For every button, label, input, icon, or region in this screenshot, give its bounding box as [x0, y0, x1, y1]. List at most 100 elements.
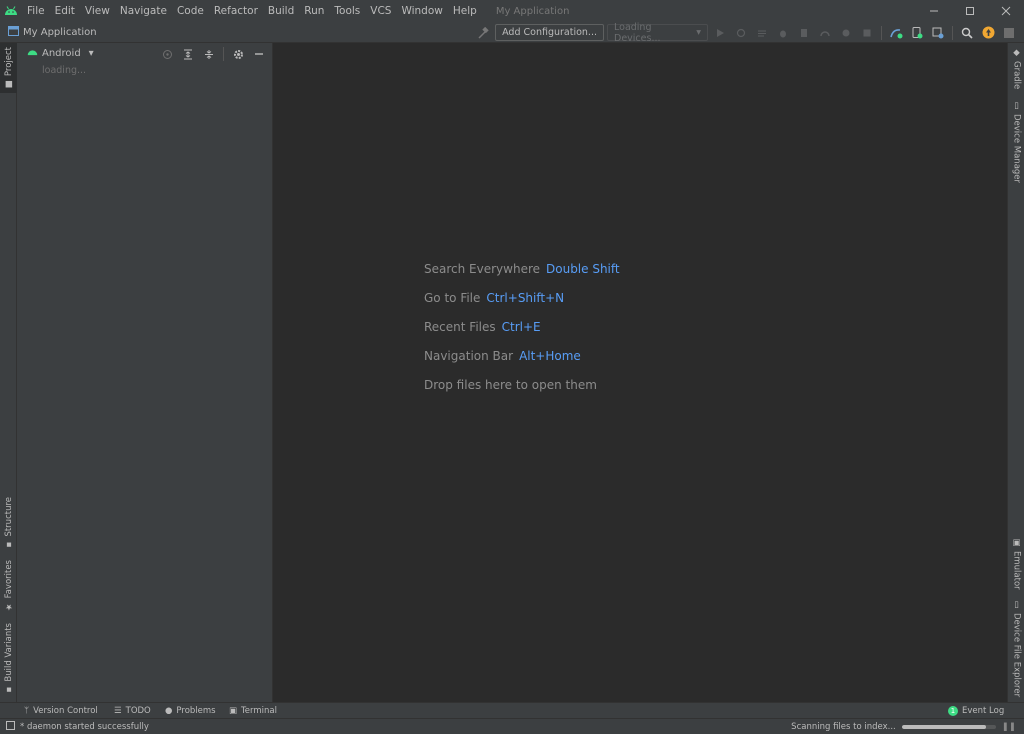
minimize-icon[interactable]: [916, 0, 952, 22]
profile-icon[interactable]: [816, 24, 834, 42]
tab-favorites-label: Favorites: [3, 560, 14, 599]
project-panel-header: Android ▾: [17, 43, 272, 63]
structure-icon: ▪: [3, 539, 14, 550]
gradle-icon: ◆: [1011, 48, 1022, 59]
gear-icon[interactable]: [229, 45, 247, 63]
main-menu: File Edit View Navigate Code Refactor Bu…: [22, 0, 482, 22]
attach-debugger-icon[interactable]: [837, 24, 855, 42]
status-message[interactable]: * daemon started successfully: [6, 720, 149, 733]
hint-drop-files: Drop files here to open them: [424, 378, 620, 407]
project-folder-icon: [8, 25, 19, 39]
close-icon[interactable]: [988, 0, 1024, 22]
indexing-progress-bar: [901, 725, 996, 729]
settings-square-icon[interactable]: [1000, 24, 1018, 42]
device-manager-tab-icon: ▯: [1011, 100, 1022, 111]
tab-device-manager-label: Device Manager: [1011, 113, 1022, 184]
toolbar-separator: [881, 25, 882, 40]
hint-shortcut: Ctrl+E: [501, 320, 541, 334]
tab-structure-label: Structure: [3, 496, 14, 537]
right-tool-window-strip: ◆ Gradle ▯ Device Manager ▣ Emulator ▯ Devic…: [1007, 43, 1024, 702]
hammer-build-icon[interactable]: [474, 24, 492, 42]
tab-build-variants[interactable]: ▪ Build Variants: [0, 623, 17, 695]
device-selector-label: Loading Devices...: [614, 21, 661, 44]
bottom-tool-window-bar: ᛘ Version Control ☰ TODO ● Problems ▣ Termin…: [0, 702, 1024, 718]
device-manager-icon[interactable]: [908, 24, 926, 42]
device-file-explorer-icon: ▯: [1011, 600, 1022, 611]
run-icon[interactable]: [711, 24, 729, 42]
tab-emulator[interactable]: ▣ Emulator: [1008, 538, 1024, 590]
updates-available-icon[interactable]: [979, 24, 997, 42]
locate-file-icon[interactable]: [158, 45, 176, 63]
menu-view[interactable]: View: [80, 0, 115, 22]
debug-icon[interactable]: [774, 24, 792, 42]
chevron-down-icon: ▾: [696, 27, 701, 38]
project-view-label: Android: [42, 47, 81, 59]
title-bar: File Edit View Navigate Code Refactor Bu…: [0, 0, 1024, 22]
project-view-selector[interactable]: Android ▾: [27, 48, 94, 59]
panel-separator: [223, 47, 224, 61]
tab-event-log-label: Event Log: [962, 706, 1005, 716]
status-bar: * daemon started successfully Scanning f…: [0, 718, 1024, 734]
toolbar-separator: [952, 25, 953, 40]
expand-all-icon[interactable]: [179, 45, 197, 63]
tab-problems-label: Problems: [176, 706, 216, 716]
status-message-text: * daemon started successfully: [20, 721, 149, 732]
list-icon: ☰: [114, 706, 122, 716]
menu-refactor[interactable]: Refactor: [209, 0, 263, 22]
coverage-icon[interactable]: [795, 24, 813, 42]
editor-empty-hints: Search Everywhere Double Shift Go to File…: [424, 262, 620, 407]
tab-problems[interactable]: ● Problems: [165, 703, 216, 719]
tab-gradle[interactable]: ◆ Gradle: [1008, 47, 1024, 91]
menu-file[interactable]: File: [22, 0, 50, 22]
hint-label: Drop files here to open them: [424, 378, 597, 392]
menu-tools[interactable]: Tools: [329, 0, 365, 22]
sync-gradle-icon[interactable]: [887, 24, 905, 42]
tab-gradle-label: Gradle: [1011, 61, 1022, 90]
tab-favorites[interactable]: ★ Favorites: [0, 558, 17, 614]
menu-code[interactable]: Code: [172, 0, 209, 22]
tab-emulator-label: Emulator: [1011, 551, 1022, 590]
apply-changes-icon[interactable]: [732, 24, 750, 42]
sdk-manager-icon[interactable]: [929, 24, 947, 42]
search-icon[interactable]: [958, 24, 976, 42]
editor-area[interactable]: Search Everywhere Double Shift Go to File…: [273, 43, 1007, 702]
tab-event-log[interactable]: 1 Event Log: [948, 703, 1004, 719]
apply-code-changes-icon[interactable]: [753, 24, 771, 42]
collapse-all-icon[interactable]: [200, 45, 218, 63]
tab-project[interactable]: ■ Project: [0, 43, 17, 93]
hint-go-to-file: Go to File Ctrl+Shift+N: [424, 291, 620, 320]
device-selector[interactable]: Loading Devices... ▾: [607, 21, 708, 44]
android-icon: [27, 48, 38, 59]
breadcrumb[interactable]: My Application: [8, 25, 97, 39]
hint-label: Search Everywhere: [424, 262, 540, 276]
menu-vcs[interactable]: VCS: [365, 0, 396, 22]
menu-run[interactable]: Run: [299, 0, 329, 22]
menu-build[interactable]: Build: [263, 0, 299, 22]
menu-edit[interactable]: Edit: [50, 0, 80, 22]
menu-navigate[interactable]: Navigate: [115, 0, 172, 22]
tab-device-manager[interactable]: ▯ Device Manager: [1008, 101, 1024, 183]
hint-shortcut: Alt+Home: [519, 349, 581, 363]
tab-structure[interactable]: ▪ Structure: [0, 495, 17, 551]
emulator-icon: ▣: [1011, 538, 1022, 549]
hide-panel-icon[interactable]: [250, 45, 268, 63]
run-toolbar: Add Configuration... Loading Devices... …: [474, 21, 1018, 44]
branch-icon: ᛘ: [24, 706, 30, 716]
project-panel: Android ▾ loading...: [17, 43, 273, 702]
tab-todo[interactable]: ☰ TODO: [114, 703, 151, 719]
stop-icon[interactable]: [858, 24, 876, 42]
tab-terminal[interactable]: ▣ Terminal: [229, 703, 277, 719]
add-configuration-button[interactable]: Add Configuration...: [495, 24, 604, 41]
toggle-tool-windows-icon[interactable]: [6, 720, 15, 733]
star-icon: ★: [3, 601, 14, 612]
tab-version-control[interactable]: ᛘ Version Control: [24, 703, 98, 719]
android-studio-logo-icon: [0, 0, 22, 22]
event-log-badge: 1: [948, 706, 958, 716]
tab-device-file-explorer[interactable]: ▯ Device File Explorer: [1008, 600, 1024, 697]
navigation-toolbar: My Application Add Configuration... Load…: [0, 21, 1024, 44]
menu-window[interactable]: Window: [396, 0, 447, 22]
maximize-icon[interactable]: [952, 0, 988, 22]
menu-help[interactable]: Help: [448, 0, 482, 22]
hint-label: Recent Files: [424, 320, 496, 334]
pause-icon[interactable]: ❚❚: [1002, 722, 1016, 732]
